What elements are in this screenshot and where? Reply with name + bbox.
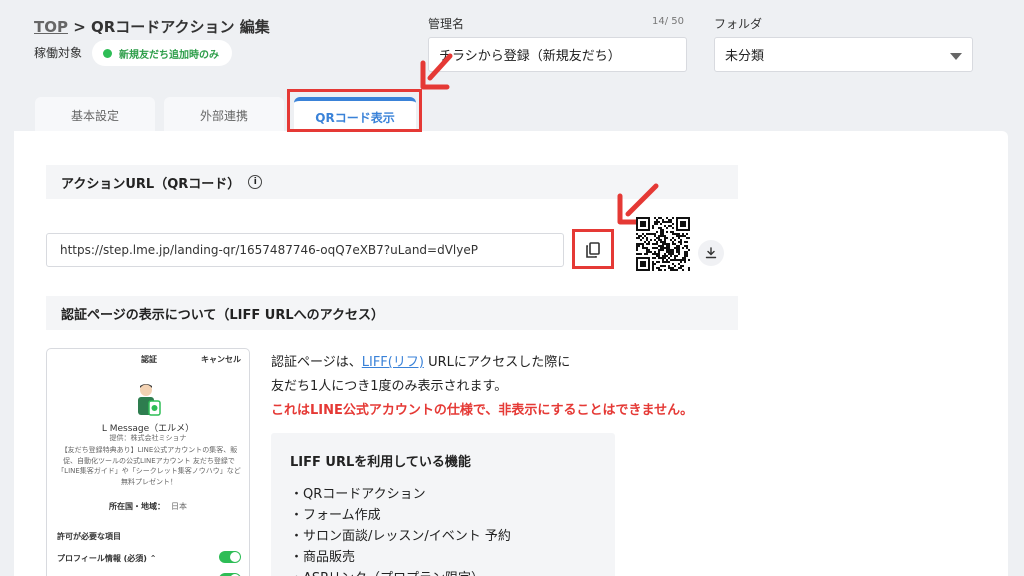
preview-region-label: 所在国・地域： bbox=[109, 502, 165, 511]
tab-basic-settings[interactable]: 基本設定 bbox=[35, 97, 155, 133]
preview-permission-item-label: プロフィール情報 (必須) bbox=[57, 554, 147, 563]
arrow-icon bbox=[420, 53, 453, 90]
auth-desc-line1: 認証ページは、LIFF(リフ) URLにアクセスした際に bbox=[271, 351, 570, 370]
chevron-up-icon: ⌃ bbox=[149, 554, 157, 563]
char-counter: 14/ 50 bbox=[652, 16, 684, 27]
folder-select[interactable]: 未分類 bbox=[714, 37, 973, 72]
preview-permission-item: プロフィール情報 (必須) ⌃ bbox=[57, 553, 156, 564]
preview-description: 【友だち登録特典あり】LINE公式アカウントの集客、販促、自動化ツールの公式LI… bbox=[57, 446, 241, 486]
action-url-field[interactable]: https://step.lme.jp/landing-qr/165748774… bbox=[46, 233, 564, 267]
tab-highlight-box bbox=[287, 89, 422, 132]
list-item: ・フォーム作成 bbox=[290, 508, 381, 523]
preview-permission-heading: 許可が必要な項目 bbox=[57, 532, 121, 541]
info-icon[interactable]: i bbox=[248, 175, 263, 189]
copy-highlight-box bbox=[572, 229, 614, 269]
management-name-input[interactable]: チラシから登録（新規友だち） bbox=[428, 37, 687, 72]
avatar bbox=[138, 384, 161, 416]
management-name-label: 管理名 bbox=[428, 17, 465, 31]
liff-features-box: LIFF URLを利用している機能 ・QRコードアクション ・フォーム作成 ・サ… bbox=[271, 433, 615, 576]
preview-provider: 提供：株式会社ミショナ bbox=[109, 434, 187, 442]
auth-desc-line1-before: 認証ページは、 bbox=[271, 355, 362, 370]
liff-features-list: ・QRコードアクション ・フォーム作成 ・サロン面談/レッスン/イベント 予約 … bbox=[290, 483, 511, 576]
folder-select-value: 未分類 bbox=[725, 49, 765, 64]
auth-desc-line1-after: URLにアクセスした際に bbox=[423, 355, 571, 370]
status-badge-text: 新規友だち追加時のみ bbox=[119, 49, 219, 61]
preview-cancel: キャンセル bbox=[201, 355, 241, 364]
preview-toggle bbox=[219, 551, 241, 563]
auth-page-preview: 認証 キャンセル L Message（エルメ） 提供：株式会社ミショナ 【友だち… bbox=[46, 348, 250, 576]
tab-external-integration[interactable]: 外部連携 bbox=[164, 97, 284, 133]
section-title-auth: 認証ページの表示について（LIFF URLへのアクセス） bbox=[61, 307, 384, 323]
breadcrumb: TOP > QRコードアクション 編集 bbox=[34, 16, 270, 37]
chevron-down-icon bbox=[950, 53, 962, 60]
list-item: ・ASPリンク（プロプラン限定） bbox=[290, 567, 511, 576]
page-title: QRコードアクション 編集 bbox=[91, 18, 270, 36]
list-item: ・サロン面談/レッスン/イベント 予約 bbox=[290, 529, 511, 544]
section-header-auth: 認証ページの表示について（LIFF URLへのアクセス） bbox=[46, 296, 738, 330]
list-item: ・QRコードアクション bbox=[290, 487, 426, 502]
status-badge: 新規友だち追加時のみ bbox=[92, 40, 232, 66]
breadcrumb-top-link[interactable]: TOP bbox=[34, 18, 68, 36]
download-icon bbox=[705, 247, 717, 259]
preview-title: 認証 bbox=[141, 355, 157, 364]
download-button[interactable] bbox=[698, 240, 724, 266]
qr-code-image bbox=[636, 217, 690, 271]
liff-features-title: LIFF URLを利用している機能 bbox=[290, 455, 471, 470]
status-dot-icon bbox=[103, 48, 112, 58]
auth-desc-line2: 友だち1人につき1度のみ表示されます。 bbox=[271, 379, 508, 394]
status-label: 稼働対象 bbox=[34, 46, 83, 60]
section-title-action-url: アクションURL（QRコード） bbox=[61, 176, 241, 192]
preview-region-value: 日本 bbox=[171, 502, 187, 511]
breadcrumb-separator: > bbox=[67, 18, 91, 36]
liff-link[interactable]: LIFF(リフ) bbox=[362, 355, 424, 370]
folder-label: フォルダ bbox=[714, 17, 763, 31]
list-item: ・商品販売 bbox=[290, 550, 356, 565]
auth-warning: これはLINE公式アカウントの仕様で、非表示にすることはできません。 bbox=[271, 403, 694, 418]
